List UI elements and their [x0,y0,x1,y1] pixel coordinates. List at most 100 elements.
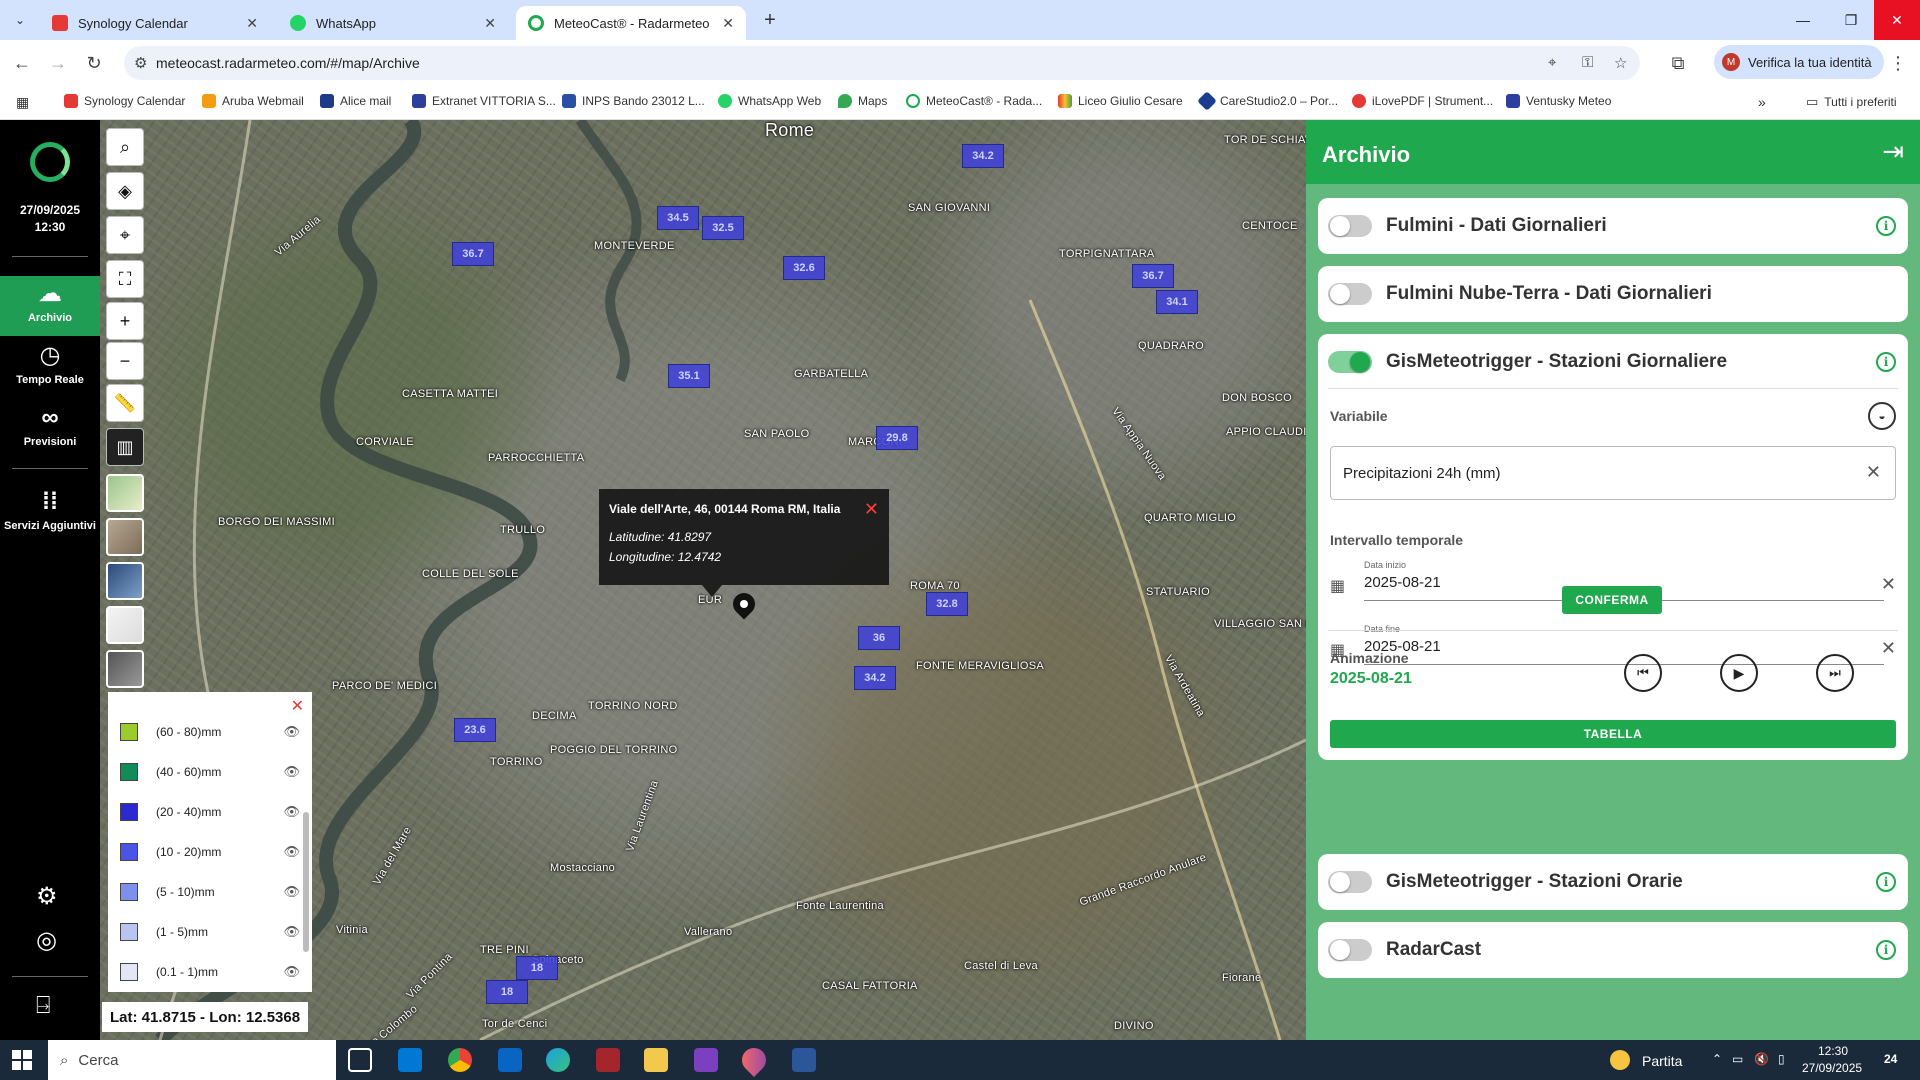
station-marker[interactable]: 36.7 [452,242,494,266]
all-bookmarks-button[interactable]: ▭ Tutti i preferiti [1806,94,1897,110]
bookmark-item[interactable]: Maps [838,94,887,108]
bookmark-item[interactable]: Alice mail [320,94,391,108]
fit-extent-button[interactable]: ⛶ [106,260,144,298]
station-marker[interactable]: 36.7 [1132,264,1174,288]
end-date-field[interactable]: ▦ Data fine 2025-08-21 ✕ [1330,620,1896,668]
bookmark-item[interactable]: MeteoCast® - Rada... [906,94,1042,108]
apps-grid-icon[interactable]: ▦ [16,94,29,111]
table-button[interactable]: TABELLA [1330,720,1896,748]
verify-identity-button[interactable]: M Verifica la tua identità [1714,45,1884,79]
next-step-button[interactable]: ⏭ [1816,654,1854,692]
volume-muted-icon[interactable]: 🔇 [1754,1052,1769,1066]
zoom-out-button[interactable]: − [106,342,144,380]
info-icon[interactable]: i [1876,352,1896,372]
eye-icon[interactable]: 👁 [283,964,300,980]
settings-gear-icon[interactable]: ⚙ [36,882,58,911]
back-button[interactable]: ← [8,49,36,77]
restore-button[interactable]: ❐ [1828,0,1874,40]
tab-search-button[interactable]: ⌄ [8,8,32,32]
access-icon[interactable] [596,1048,620,1072]
station-marker[interactable]: 34.1 [1156,290,1198,314]
location-icon[interactable]: ⌖ [1548,54,1556,71]
weather-label[interactable]: Partita [1642,1053,1682,1069]
bookmark-item[interactable]: iLovePDF | Strument... [1352,94,1493,108]
nube-terra-toggle[interactable] [1328,283,1372,305]
battery-icon[interactable]: ▯ [1778,1052,1785,1066]
reload-button[interactable]: ↻ [80,49,108,77]
more-bookmarks-icon[interactable]: » [1758,94,1766,110]
previous-step-button[interactable]: ⏮ [1624,654,1662,692]
weather-icon[interactable] [1610,1050,1630,1070]
fulmini-toggle[interactable] [1328,215,1372,237]
bookmark-item[interactable]: INPS Bando 23012 L... [562,94,705,108]
info-icon[interactable]: i [1876,216,1896,236]
clear-variable-icon[interactable]: ✕ [1866,462,1881,483]
clock-date[interactable]: 27/09/2025 [1802,1061,1862,1075]
calendar-icon[interactable]: ▦ [1330,576,1345,596]
close-tab-icon[interactable]: ✕ [722,15,734,32]
radarcast-toggle[interactable] [1328,939,1372,961]
map-layers-button[interactable]: ◈ [106,172,144,210]
chrome-icon[interactable] [448,1048,472,1072]
station-marker[interactable]: 32.8 [926,592,968,616]
bookmark-item[interactable]: Extranet VITTORIA S... [412,94,556,108]
basemap-terrain-thumb[interactable] [106,474,144,512]
confirm-button[interactable]: CONFERMA [1562,586,1662,614]
clock-time[interactable]: 12:30 [1818,1044,1848,1058]
bookmark-item[interactable]: CareStudio2.0 – Por... [1197,91,1338,111]
gis-orarie-toggle[interactable] [1328,871,1372,893]
info-icon[interactable]: i [1876,872,1896,892]
file-explorer-icon[interactable] [644,1048,668,1072]
popup-close-icon[interactable]: ✕ [864,499,879,520]
url-text[interactable]: meteocast.radarmeteo.com/#/map/Archive [156,55,420,71]
notifications-badge[interactable]: 24 [1884,1052,1897,1066]
station-marker[interactable]: 18 [486,980,528,1004]
edge-icon[interactable] [546,1048,570,1072]
basemap-satellite-thumb[interactable] [106,562,144,600]
logout-icon[interactable]: ⍈ [36,992,50,1020]
eye-icon[interactable]: 👁 [283,804,300,820]
station-marker[interactable]: 35.1 [668,364,710,388]
basemap-dark-thumb[interactable] [106,650,144,688]
variable-select[interactable]: Precipitazioni 24h (mm) ✕ [1330,446,1896,500]
eye-icon[interactable]: 👁 [283,884,300,900]
basemap-relief-thumb[interactable] [106,518,144,556]
windows-start-icon[interactable] [12,1050,32,1070]
station-marker[interactable]: 23.6 [454,718,496,742]
station-marker[interactable]: 29.8 [876,426,918,450]
zoom-in-button[interactable]: + [106,302,144,340]
legend-scrollbar[interactable] [303,812,309,952]
minimize-button[interactable]: — [1780,0,1826,40]
nav-item-previsioni[interactable]: ∞ Previsioni [0,400,100,460]
meteocast-logo[interactable] [30,142,70,182]
new-tab-button[interactable]: + [756,6,784,34]
help-lifebuoy-icon[interactable]: ◎ [36,926,57,955]
word-icon[interactable] [792,1048,816,1072]
store-icon[interactable] [398,1048,422,1072]
station-marker[interactable]: 34.2 [854,666,896,690]
eye-icon[interactable]: 👁 [283,764,300,780]
app-c-icon[interactable] [694,1048,718,1072]
eye-icon[interactable]: 👁 [283,724,300,740]
basemap-toggle-button[interactable]: ▥ [106,428,144,466]
bookmark-item[interactable]: Liceo Giulio Cesare [1058,94,1183,108]
nav-item-archivio[interactable]: ☁ Archivio [0,276,100,336]
bookmark-item[interactable]: Synology Calendar [64,94,185,108]
info-icon[interactable]: i [1876,940,1896,960]
locate-button[interactable]: ⌖ [106,216,144,254]
nav-item-tempo-reale[interactable]: ◷ Tempo Reale [0,338,100,398]
outlook-icon[interactable] [498,1048,522,1072]
clear-end-date-icon[interactable]: ✕ [1881,638,1896,659]
forward-button[interactable]: → [44,49,72,77]
password-key-icon[interactable]: ⚿ [1582,54,1593,71]
collapse-panel-icon[interactable]: ⇥ [1882,136,1904,167]
start-date-value[interactable]: 2025-08-21 [1364,574,1441,591]
tab-whatsapp[interactable]: WhatsApp ✕ [278,6,508,40]
tab-meteocast[interactable]: MeteoCast® - Radarmeteo ✕ [516,6,746,40]
legend-close-icon[interactable]: ✕ [291,696,304,716]
site-info-icon[interactable]: ⚙ [134,54,147,72]
tab-synology-calendar[interactable]: Synology Calendar ✕ [40,6,270,40]
browser-menu-icon[interactable]: ⋮ [1884,49,1912,77]
station-marker[interactable]: 36 [858,626,900,650]
bookmark-item[interactable]: WhatsApp Web [718,94,821,108]
